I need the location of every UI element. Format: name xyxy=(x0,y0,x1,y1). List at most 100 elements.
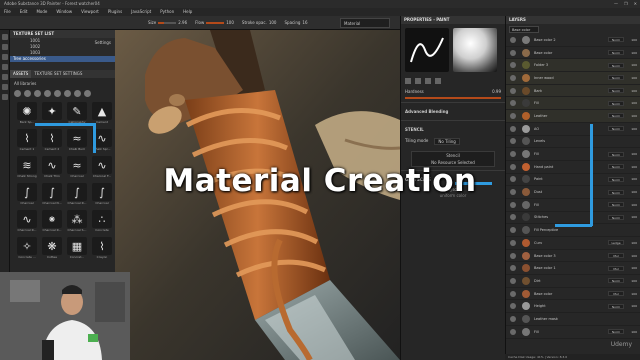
layer-opacity[interactable]: 100 xyxy=(627,51,637,55)
visibility-eye-icon[interactable] xyxy=(510,36,516,43)
layer-row[interactable]: Bark Norm 100 xyxy=(506,84,640,98)
menu-mode[interactable]: Mode xyxy=(36,8,47,16)
blend-mode-dropdown[interactable]: Mul xyxy=(608,291,624,297)
blend-mode-dropdown[interactable]: Mul xyxy=(608,253,624,259)
blend-mode-dropdown[interactable]: Mul xyxy=(608,265,624,271)
layer-row[interactable]: Base color 3 Mul 100 xyxy=(506,250,640,263)
blend-mode-dropdown[interactable]: Norm xyxy=(608,126,624,132)
minimize-button[interactable]: — xyxy=(614,0,618,8)
size-slider[interactable]: Size 2.96 xyxy=(148,20,187,25)
maximize-button[interactable]: ❐ xyxy=(624,0,628,8)
asset-tile[interactable]: ⌇ Cement 2 xyxy=(41,129,63,154)
asset-tile[interactable]: ⌇ Crayon xyxy=(91,237,113,262)
visibility-eye-icon[interactable] xyxy=(510,315,516,322)
layer-row[interactable]: Fill Norm 100 xyxy=(506,148,640,161)
visibility-eye-icon[interactable] xyxy=(510,138,516,145)
menu-help[interactable]: Help xyxy=(183,8,192,16)
visibility-eye-icon[interactable] xyxy=(510,227,516,234)
layer-opacity[interactable]: 100 xyxy=(627,101,637,105)
visibility-eye-icon[interactable] xyxy=(510,201,516,208)
blend-mode-dropdown[interactable]: Norm xyxy=(608,278,624,284)
layer-opacity[interactable]: 100 xyxy=(627,279,637,283)
layer-row[interactable]: Fill Norm 100 xyxy=(506,199,640,212)
blend-mode-dropdown[interactable]: Norm xyxy=(608,50,624,56)
visibility-eye-icon[interactable] xyxy=(510,112,516,119)
hardness-slider[interactable] xyxy=(405,97,501,99)
layer-row[interactable]: Fill Norm 100 xyxy=(506,326,640,339)
tab-assets[interactable]: ASSETS xyxy=(10,70,32,78)
layer-row[interactable]: Fill Norm 100 xyxy=(506,97,640,111)
visibility-eye-icon[interactable] xyxy=(510,125,516,132)
hardness-value[interactable]: 0.99 xyxy=(492,89,501,94)
blend-mode-dropdown[interactable]: Norm xyxy=(608,151,624,157)
layer-opacity[interactable]: 100 xyxy=(627,266,637,270)
menu-file[interactable]: File xyxy=(4,8,11,16)
filter-icon[interactable] xyxy=(74,90,81,97)
asset-tile[interactable]: ✧ Concrete ... xyxy=(16,237,38,262)
blend-mode-dropdown[interactable]: Norm xyxy=(608,202,624,208)
close-button[interactable]: ✕ xyxy=(634,0,637,8)
tiling-mode-dropdown[interactable]: No Tiling xyxy=(434,138,460,145)
asset-tile[interactable]: ❋ Cottee xyxy=(41,237,63,262)
layer-row[interactable]: Leather mask xyxy=(506,313,640,326)
filter-icon[interactable] xyxy=(84,90,91,97)
visibility-eye-icon[interactable] xyxy=(510,265,516,272)
texture-set-selected[interactable]: Tree accessories xyxy=(10,56,115,62)
layer-opacity[interactable]: 100 xyxy=(627,241,637,245)
blend-mode-dropdown[interactable]: Norm xyxy=(608,75,624,81)
visibility-eye-icon[interactable] xyxy=(510,252,516,259)
layer-row[interactable]: Base color Mul 100 xyxy=(506,288,640,301)
library-filter[interactable]: All libraries xyxy=(10,78,115,89)
blend-mode-dropdown[interactable]: Norm xyxy=(608,88,624,94)
asset-tile[interactable]: ∴ Concrete xyxy=(91,210,113,235)
visibility-eye-icon[interactable] xyxy=(510,74,516,81)
settings-dropdown[interactable]: Settings xyxy=(95,40,111,45)
menu-window[interactable]: Window xyxy=(56,8,72,16)
layer-row[interactable]: Stitches Norm 100 xyxy=(506,212,640,225)
visibility-eye-icon[interactable] xyxy=(510,151,516,158)
layer-row[interactable]: Levels xyxy=(506,136,640,149)
layer-row[interactable]: Folder 3 Norm 100 xyxy=(506,59,640,73)
asset-tile[interactable]: ∿ Charcoal R... xyxy=(16,210,38,235)
blend-mode-dropdown[interactable]: Norm xyxy=(608,329,624,335)
geometry-fill-icon[interactable] xyxy=(2,64,8,70)
filter-icon[interactable] xyxy=(14,90,21,97)
menu-plugins[interactable]: Plugins xyxy=(108,8,122,16)
menu-javascript[interactable]: JavaScript xyxy=(131,8,151,16)
layer-opacity[interactable]: 100 xyxy=(627,127,637,131)
layer-opacity[interactable]: 100 xyxy=(627,254,637,258)
menu-edit[interactable]: Edit xyxy=(20,8,28,16)
layer-row[interactable]: Base color 2 Norm 100 xyxy=(506,34,640,47)
layer-opacity[interactable]: 100 xyxy=(627,76,637,80)
visibility-eye-icon[interactable] xyxy=(510,62,516,69)
filter-icon[interactable] xyxy=(54,90,61,97)
visibility-eye-icon[interactable] xyxy=(510,277,516,284)
blend-mode-dropdown[interactable]: Norm xyxy=(608,100,624,106)
layer-opacity[interactable]: 100 xyxy=(627,38,637,42)
advanced-blending-toggle[interactable]: Advanced Blending xyxy=(401,106,505,117)
visibility-eye-icon[interactable] xyxy=(510,87,516,94)
menu-viewport[interactable]: Viewport xyxy=(81,8,99,16)
viewport-mode-dropdown[interactable]: Material xyxy=(340,18,390,28)
clone-tool-icon[interactable] xyxy=(2,84,8,90)
blend-mode-dropdown[interactable]: Norm xyxy=(608,37,624,43)
visibility-eye-icon[interactable] xyxy=(510,303,516,310)
blend-mode-dropdown[interactable]: Norm xyxy=(608,303,624,309)
filter-icon[interactable] xyxy=(64,90,71,97)
layer-opacity[interactable]: 100 xyxy=(627,203,637,207)
paint-tool-icon[interactable] xyxy=(2,34,8,40)
layer-opacity[interactable]: 100 xyxy=(627,215,637,219)
smudge-tool-icon[interactable] xyxy=(2,74,8,80)
filter-icon[interactable] xyxy=(24,90,31,97)
channel-dropdown[interactable]: Base color xyxy=(509,25,539,33)
stroke-opacity-slider[interactable]: Stroke opac. 100 xyxy=(242,20,277,25)
layer-row[interactable]: Curv Ledge 100 xyxy=(506,237,640,250)
tab-texture-set-settings[interactable]: TEXTURE SET SETTINGS xyxy=(31,70,85,78)
eraser-tool-icon[interactable] xyxy=(2,44,8,50)
visibility-eye-icon[interactable] xyxy=(510,328,516,335)
layer-opacity[interactable]: 100 xyxy=(627,63,637,67)
asset-tile[interactable]: ⁂ Charcoal S... xyxy=(66,210,88,235)
layer-row[interactable]: Base color 1 Mul 100 xyxy=(506,262,640,276)
layer-opacity[interactable]: 100 xyxy=(627,304,637,308)
asset-tile[interactable]: ▦ Concret... xyxy=(66,237,88,262)
